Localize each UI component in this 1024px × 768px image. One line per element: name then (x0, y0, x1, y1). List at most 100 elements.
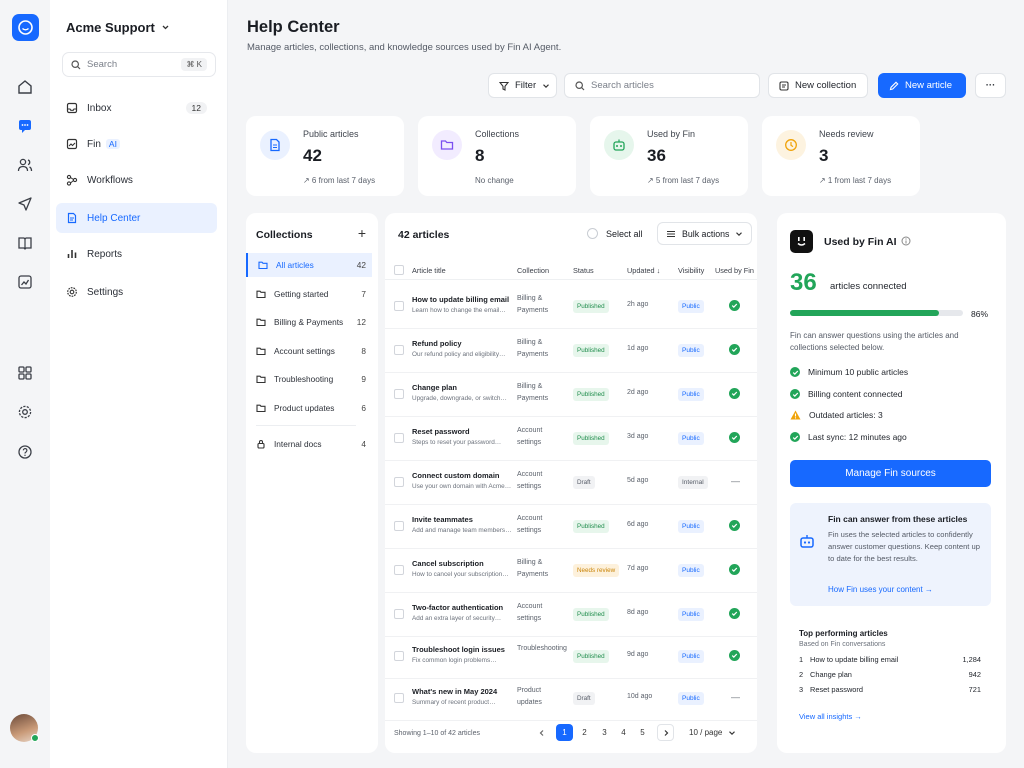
page-button[interactable]: 5 (634, 724, 651, 741)
article-title[interactable]: Reset password (412, 427, 470, 436)
search-icon (575, 80, 585, 91)
page-title: Help Center (247, 18, 340, 36)
sidebar-item-settings[interactable]: Settings (56, 277, 217, 307)
collection-item[interactable]: Product updates 6 (246, 396, 372, 420)
row-checkbox[interactable] (394, 301, 404, 311)
collection-item[interactable]: All articles 42 (246, 253, 372, 277)
column-header-status[interactable]: Status (573, 266, 594, 275)
page-button[interactable]: 2 (576, 724, 593, 741)
sidebar-item-reports[interactable]: Reports (56, 239, 217, 269)
manage-fin-sources-button[interactable]: Manage Fin sources (790, 460, 991, 487)
column-header-visibility[interactable]: Visibility (678, 266, 704, 275)
home-icon[interactable] (13, 75, 37, 99)
table-row[interactable]: Two-factor authentication Add an extra la… (385, 593, 757, 637)
select-all-toggle[interactable]: Select all (587, 228, 643, 239)
table-row[interactable]: Change plan Upgrade, downgrade, or switch… (385, 373, 757, 417)
reports-chart-icon[interactable] (13, 270, 37, 294)
table-row[interactable]: Connect custom domain Use your own domain… (385, 461, 757, 505)
table-row[interactable]: Invite teammates Add and manage team memb… (385, 505, 757, 549)
more-options-button[interactable]: ··· (975, 73, 1006, 98)
sidebar-item-workflows[interactable]: Workflows (56, 165, 217, 195)
table-row[interactable]: Refund policy Our refund policy and eligi… (385, 329, 757, 373)
article-search-input[interactable]: Search articles (564, 73, 760, 98)
inbox-chat-icon[interactable] (13, 114, 37, 138)
row-checkbox[interactable] (394, 609, 404, 619)
apps-grid-icon[interactable] (13, 361, 37, 385)
article-title[interactable]: Refund policy (412, 339, 462, 348)
article-title[interactable]: Change plan (412, 383, 457, 392)
article-title[interactable]: What's new in May 2024 (412, 687, 497, 696)
knowledge-book-icon[interactable] (13, 231, 37, 255)
bulk-actions-button[interactable]: Bulk actions (657, 222, 753, 245)
top-article-name: Change plan (810, 670, 852, 679)
prev-page-icon[interactable] (533, 724, 550, 741)
collection-count: 9 (361, 374, 366, 384)
workspace-switcher[interactable]: Acme Support (66, 20, 170, 35)
stat-change: ↗ 5 from last 7 days (647, 176, 720, 185)
article-title[interactable]: Two-factor authentication (412, 603, 503, 612)
collections-panel: Collections + All articles 42 Getting star… (246, 213, 378, 753)
header-checkbox[interactable] (394, 265, 404, 275)
sidebar-item-inbox[interactable]: Inbox 12 (56, 93, 217, 123)
status-badge: Published (573, 608, 609, 621)
article-title[interactable]: Connect custom domain (412, 471, 500, 480)
collection-item[interactable]: Getting started 7 (246, 282, 372, 306)
column-header-used-by-fin[interactable]: Used by Fin (715, 266, 754, 275)
user-avatar[interactable] (10, 714, 39, 742)
article-title[interactable]: Cancel subscription (412, 559, 484, 568)
row-checkbox[interactable] (394, 477, 404, 487)
collection-item[interactable]: Internal docs 4 (246, 432, 372, 456)
filter-button[interactable]: Filter (488, 73, 557, 98)
app-logo-icon[interactable] (12, 14, 39, 41)
row-checkbox[interactable] (394, 565, 404, 575)
article-collection: Product updates (517, 687, 542, 706)
showing-count: Showing 1–10 of 42 articles (394, 730, 480, 737)
new-collection-button[interactable]: New collection (768, 73, 868, 98)
row-checkbox[interactable] (394, 345, 404, 355)
table-row[interactable]: Reset password Steps to reset your passwo… (385, 417, 757, 461)
select-all-radio[interactable] (587, 228, 598, 239)
article-title[interactable]: Troubleshoot login issues (412, 645, 505, 654)
article-title[interactable]: How to update billing email (412, 295, 509, 304)
help-icon[interactable] (13, 440, 37, 464)
per-page-select[interactable]: 10 / page (689, 724, 736, 741)
row-checkbox[interactable] (394, 433, 404, 443)
checklist-item: Minimum 10 public articles (790, 367, 908, 377)
page-button[interactable]: 3 (596, 724, 613, 741)
sidebar-item-help-center[interactable]: Help Center (56, 203, 217, 233)
progress-track (790, 310, 963, 316)
folder-icon (432, 130, 462, 160)
row-checkbox[interactable] (394, 651, 404, 661)
collection-item[interactable]: Billing & Payments 12 (246, 310, 372, 334)
info-icon[interactable] (901, 236, 911, 246)
contacts-icon[interactable] (13, 153, 37, 177)
page-button[interactable]: 4 (615, 724, 632, 741)
table-row[interactable]: Troubleshoot login issues Fix common logi… (385, 635, 757, 679)
updated-time: 2d ago (627, 389, 649, 396)
new-article-button[interactable]: New article (878, 73, 966, 98)
row-checkbox[interactable] (394, 693, 404, 703)
view-all-insights-link[interactable]: View all insights → (799, 712, 862, 721)
collection-item[interactable]: Account settings 8 (246, 339, 372, 363)
article-description: Fix common login problems… (412, 657, 497, 664)
article-title[interactable]: Invite teammates (412, 515, 473, 524)
page-button[interactable]: 1 (556, 724, 573, 741)
sidebar-item-fin[interactable]: Fin AI (56, 129, 217, 159)
next-page-icon[interactable] (657, 724, 674, 741)
sidebar: Acme Support Search ⌘ K Inbox 12 Fin AI … (50, 0, 228, 768)
collection-item[interactable]: Troubleshooting 9 (246, 367, 372, 391)
add-collection-button[interactable]: + (358, 225, 366, 241)
how-fin-uses-link[interactable]: How Fin uses your content → (828, 585, 933, 594)
table-row[interactable]: Cancel subscription How to cancel your su… (385, 549, 757, 593)
row-checkbox[interactable] (394, 521, 404, 531)
row-checkbox[interactable] (394, 389, 404, 399)
table-row[interactable]: How to update billing email Learn how to … (385, 285, 757, 329)
table-row[interactable]: What's new in May 2024 Summary of recent … (385, 677, 757, 721)
column-header-title[interactable]: Article title (412, 266, 446, 275)
settings-gear-icon[interactable] (13, 400, 37, 424)
sidebar-search-input[interactable]: Search ⌘ K (62, 52, 216, 77)
table-header: Article title Collection Status Updated … (385, 262, 757, 280)
column-header-collection[interactable]: Collection (517, 266, 549, 275)
send-icon[interactable] (13, 192, 37, 216)
column-header-updated[interactable]: Updated ↓ (627, 266, 660, 275)
